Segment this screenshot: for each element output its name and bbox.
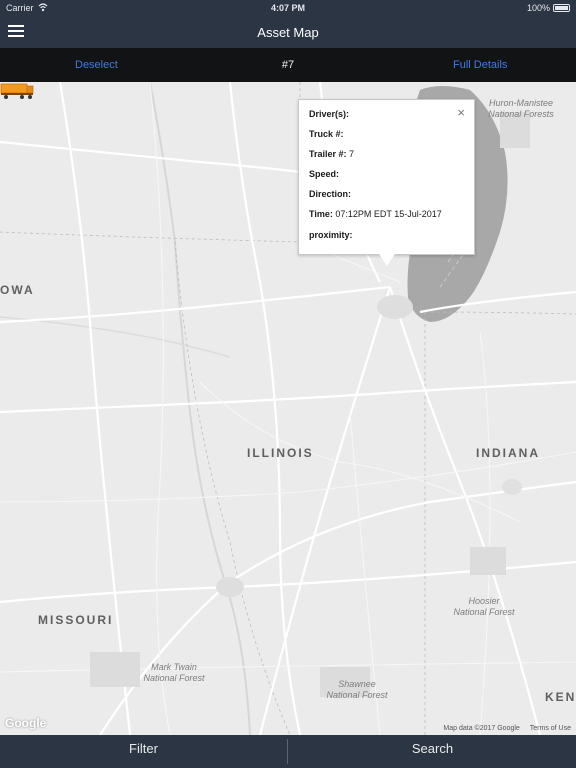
map-canvas — [0, 82, 576, 735]
asset-info-popup: × Driver(s): Truck #: Trailer #: 7 Speed… — [298, 99, 475, 266]
map-label-illinois: ILLINOIS — [247, 446, 314, 460]
direction-label: Direction: — [309, 189, 352, 199]
full-details-button[interactable]: Full Details — [453, 59, 507, 71]
map-label-kentucky: KEN — [545, 690, 576, 704]
google-logo: Google — [5, 716, 47, 730]
trailer-row: Trailer #: 7 — [309, 149, 354, 159]
drivers-row: Driver(s): — [309, 109, 349, 119]
truck-row: Truck #: — [309, 129, 344, 139]
speed-label: Speed: — [309, 169, 340, 179]
page-title: Asset Map — [257, 25, 319, 40]
map-label-shawnee: Shawnee National Forest — [326, 679, 388, 700]
proximity-row: proximity: — [309, 230, 353, 240]
map-label-huron-manistee: Huron-Manistee National Forests — [488, 98, 554, 119]
map-label-missouri: MISSOURI — [38, 613, 114, 627]
proximity-label: proximity: — [309, 230, 353, 240]
trailer-label: Trailer #: — [309, 149, 347, 159]
nav-bar: Asset Map — [0, 16, 576, 48]
map-label-mark-twain: Mark Twain National Forest — [143, 662, 205, 683]
trailer-value: 7 — [349, 149, 355, 159]
time-value: 07:12PM EDT 15-Jul-2017 — [335, 209, 442, 219]
popup-pointer — [379, 254, 395, 266]
search-button[interactable]: Search — [289, 735, 576, 768]
time-row: Time: 07:12PM EDT 15-Jul-2017 — [309, 209, 442, 219]
filter-button[interactable]: Filter — [0, 735, 287, 768]
drivers-label: Driver(s): — [309, 109, 350, 119]
map-label-indiana: INDIANA — [476, 446, 540, 460]
bottom-toolbar: Filter Search — [0, 735, 576, 768]
speed-row: Speed: — [309, 169, 339, 179]
map-label-iowa: OWA — [0, 283, 35, 297]
asset-map[interactable]: OWA ILLINOIS INDIANA MISSOURI KEN Huron-… — [0, 82, 576, 735]
selection-bar: Deselect #7 Full Details — [0, 48, 576, 82]
status-bar: Carrier 4:07 PM 100% — [0, 0, 576, 16]
time-label: Time: — [309, 209, 333, 219]
direction-row: Direction: — [309, 189, 351, 199]
deselect-button[interactable]: Deselect — [75, 59, 118, 71]
truck-label: Truck #: — [309, 129, 344, 139]
clock: 4:07 PM — [270, 3, 305, 13]
battery-icon — [553, 4, 570, 12]
truck-marker-icon[interactable] — [0, 82, 34, 100]
close-icon[interactable]: × — [457, 105, 465, 120]
map-label-hoosier: Hoosier National Forest — [453, 596, 515, 617]
toolbar-divider — [287, 739, 288, 764]
map-data-credit: Map data ©2017 Google — [443, 725, 520, 732]
battery-percent: 100% — [526, 3, 550, 13]
map-attribution: Map data ©2017 Google Terms of Use — [435, 725, 571, 732]
terms-of-use-link[interactable]: Terms of Use — [530, 725, 571, 732]
